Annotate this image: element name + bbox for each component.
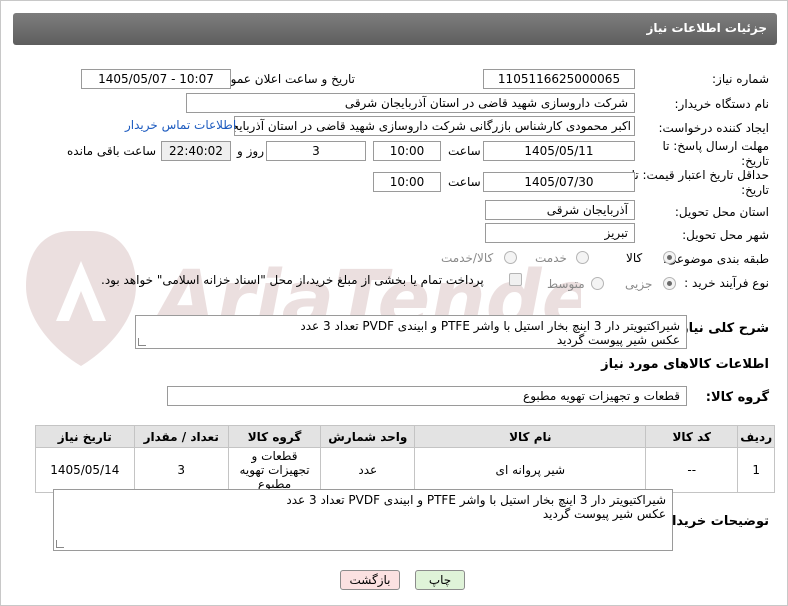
price-validity-date-field: 1405/07/30 xyxy=(483,172,635,192)
category-goods-label: کالا xyxy=(626,251,643,265)
buyer-notes-textarea[interactable]: شیراکتیویتر دار 3 اینچ بخار استیل با واش… xyxy=(53,489,673,551)
cell-goods-code: -- xyxy=(645,447,739,493)
col-goods-group: گروه کالا xyxy=(227,425,322,448)
category-service-radio[interactable] xyxy=(576,251,589,264)
table-row: 1405/05/14 3 قطعات و تجهیزات تهویه مطبوع… xyxy=(35,447,775,493)
process-medium-label: متوسط xyxy=(547,277,585,291)
remaining-days-field: 3 xyxy=(266,141,366,161)
delivery-province-field: آذربایجان شرقی xyxy=(485,200,635,220)
page-header: جزئیات اطلاعات نیاز xyxy=(13,13,777,45)
buyer-notes-line-2: عکس شیر پیوست گردید xyxy=(542,507,666,521)
creator-label: ایجاد کننده درخواست: xyxy=(658,121,769,135)
goods-group-field: قطعات و تجهیزات تهویه مطبوع xyxy=(167,386,687,406)
category-goods-service-radio[interactable] xyxy=(504,251,517,264)
buyer-org-field: شرکت داروسازی شهید قاضی در استان آذربایج… xyxy=(186,93,635,113)
days-label: روز و xyxy=(237,144,264,158)
buyer-notes-line-1: شیراکتیویتر دار 3 اینچ بخار استیل با واش… xyxy=(286,493,666,507)
col-quantity: تعداد / مقدار xyxy=(133,425,229,448)
cell-goods-group: قطعات و تجهیزات تهویه مطبوع xyxy=(227,447,322,493)
reply-deadline-label: مهلت ارسال پاسخ: تا تاریخ: xyxy=(662,139,769,168)
creator-field: اکبر محمودی کارشناس بازرگانی شرکت داروسا… xyxy=(234,116,635,136)
page-title: جزئیات اطلاعات نیاز xyxy=(646,21,767,35)
buyer-org-label: نام دستگاه خریدار: xyxy=(674,97,770,111)
delivery-city-label: شهر محل تحویل: xyxy=(682,228,769,242)
need-number-label: شماره نیاز: xyxy=(712,72,769,86)
col-goods-name: نام کالا xyxy=(414,425,647,448)
cell-need-date: 1405/05/14 xyxy=(35,447,135,493)
price-validity-label: حداقل تاریخ اعتبار قیمت: تا تاریخ: xyxy=(631,168,769,197)
col-goods-code: کد کالا xyxy=(645,425,739,448)
reply-deadline-time-label: ساعت xyxy=(448,144,481,158)
price-validity-time-label: ساعت xyxy=(448,175,481,189)
category-goods-radio[interactable] xyxy=(663,251,676,264)
cell-goods-name: شیر پروانه ای xyxy=(414,447,647,493)
category-service-label: خدمت xyxy=(535,251,567,265)
cell-quantity: 3 xyxy=(133,447,229,493)
description-line-2: عکس شیر پیوست گردید xyxy=(556,333,680,347)
cell-unit: عدد xyxy=(320,447,416,493)
description-line-1: شیراکتیویتر دار 3 اینچ بخار استیل با واش… xyxy=(300,319,680,333)
description-label: شرح کلی نیاز: xyxy=(675,321,769,336)
category-label: طبقه بندی موضوعی: xyxy=(662,252,769,266)
remaining-time-label: ساعت باقی مانده xyxy=(67,144,157,158)
description-textarea[interactable]: شیراکتیویتر دار 3 اینچ بخار استیل با واش… xyxy=(135,315,687,349)
announce-datetime-field: 1405/05/07 - 10:07 xyxy=(81,69,231,89)
announce-datetime-label: تاریخ و ساعت اعلان عمومی: xyxy=(210,72,355,86)
need-number-field: 1105116625000065 xyxy=(483,69,635,89)
goods-group-label: گروه کالا: xyxy=(705,390,769,405)
print-button[interactable]: چاپ xyxy=(415,570,465,590)
delivery-city-field: تبریز xyxy=(485,223,635,243)
reply-deadline-date-field: 1405/05/11 xyxy=(483,141,635,161)
remaining-time-field: 22:40:02 xyxy=(161,141,231,161)
resize-handle-icon[interactable] xyxy=(56,540,64,548)
buyer-notes-label: توضیحات خریدار: xyxy=(659,514,769,529)
process-medium-radio[interactable] xyxy=(591,277,604,290)
treasury-payment-note: پرداخت تمام یا بخشی از مبلغ خرید،از محل … xyxy=(101,273,484,287)
process-minor-radio[interactable] xyxy=(663,277,676,290)
price-validity-time-field: 10:00 xyxy=(373,172,441,192)
need-details-panel: AriaTender.net جزئیات اطلاعات نیاز شماره… xyxy=(0,0,788,606)
col-unit: واحد شمارش xyxy=(320,425,416,448)
resize-handle-icon[interactable] xyxy=(138,338,146,346)
col-need-date: تاریخ نیاز xyxy=(35,425,135,448)
goods-table-header: تاریخ نیاز تعداد / مقدار گروه کالا واحد … xyxy=(35,425,775,448)
delivery-province-label: استان محل تحویل: xyxy=(674,205,769,219)
buyer-contact-link[interactable]: اطلاعات تماس خریدار xyxy=(125,118,236,132)
back-button[interactable]: بازگشت xyxy=(340,570,400,590)
col-row: ردیف xyxy=(737,425,775,448)
category-goods-service-label: کالا/خدمت xyxy=(441,251,494,265)
goods-info-title: اطلاعات کالاهای مورد نیاز xyxy=(601,357,769,372)
process-type-label: نوع فرآیند خرید : xyxy=(684,276,769,290)
cell-row: 1 xyxy=(737,447,775,493)
treasury-payment-checkbox[interactable] xyxy=(509,273,522,286)
goods-table: تاریخ نیاز تعداد / مقدار گروه کالا واحد … xyxy=(35,425,775,493)
reply-deadline-time-field: 10:00 xyxy=(373,141,441,161)
process-minor-label: جزیی xyxy=(625,277,653,291)
